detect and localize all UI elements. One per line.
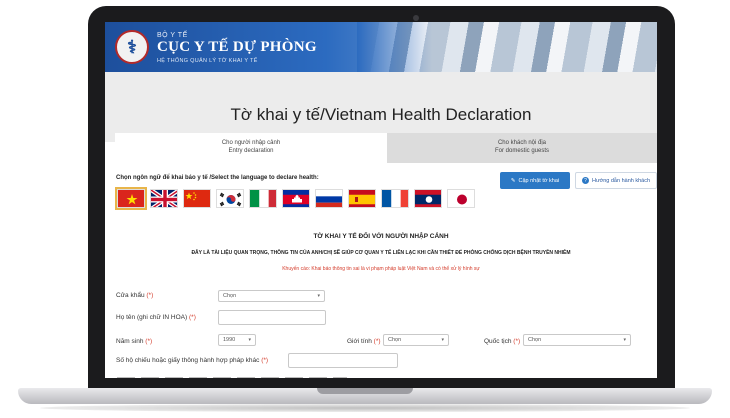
required-mark: (*): [145, 338, 153, 345]
passenger-guide-button[interactable]: ? Hướng dẫn hành khách: [575, 172, 657, 189]
chevron-down-icon: ▾: [441, 337, 444, 343]
edit-icon: ✎: [510, 177, 516, 184]
ministry-name: BỘ Y TẾ: [157, 32, 188, 39]
chevron-down-icon: ▾: [317, 293, 320, 299]
uk-flag-icon[interactable]: [150, 189, 178, 208]
required-mark: (*): [513, 338, 521, 345]
birth-year-select[interactable]: 1990 ▾: [218, 334, 256, 346]
agency-name: CỤC Y TẾ DỰ PHÒNG: [157, 39, 317, 55]
system-name: HỆ THỐNG QUẢN LÝ TỜ KHAI Y TẾ: [157, 58, 258, 64]
france-flag-icon[interactable]: [381, 189, 409, 208]
passport-label: Số hộ chiếu hoặc giấy thông hành hợp phá…: [116, 357, 268, 364]
nationality-value: Chọn: [528, 337, 542, 343]
gender-select[interactable]: Chọn ▾: [383, 334, 449, 346]
korea-flag-icon[interactable]: [216, 189, 244, 208]
laptop-notch: [317, 388, 413, 394]
tab-sublabel: Entry declaration: [228, 148, 274, 154]
chevron-down-icon: ▾: [623, 337, 626, 343]
name-label-text: Họ tên (ghi chữ IN HOA): [116, 314, 188, 321]
gender-label: Giới tính (*): [347, 338, 381, 345]
guide-button-label: Hướng dẫn hành khách: [591, 177, 651, 184]
form-warning: Khuyến cáo: Khai báo thông tin sai là vi…: [282, 266, 480, 272]
border-gate-label-text: Cửa khẩu: [116, 292, 145, 299]
camera-icon: [413, 15, 419, 21]
update-declaration-button[interactable]: ✎ Cập nhật tờ khai: [500, 172, 570, 189]
update-button-label: Cập nhật tờ khai: [518, 177, 560, 184]
nationality-label-text: Quốc tịch: [484, 338, 512, 345]
required-mark: (*): [146, 292, 154, 299]
spain-flag-icon[interactable]: [348, 189, 376, 208]
laptop-screen: ⚕ BỘ Y TẾ CỤC Y TẾ DỰ PHÒNG HỆ THỐNG QUẢ…: [105, 22, 657, 378]
china-flag-icon[interactable]: [183, 189, 211, 208]
nationality-label: Quốc tịch (*): [484, 338, 520, 345]
tab-sublabel: For domestic guests: [494, 148, 550, 154]
required-mark: (*): [373, 338, 381, 345]
chevron-down-icon: ▾: [248, 337, 251, 343]
next-form-row: [117, 377, 347, 378]
full-name-input[interactable]: [218, 310, 326, 325]
language-flags: [115, 187, 475, 210]
border-gate-select[interactable]: Chọn ▾: [218, 290, 325, 302]
laos-flag-icon[interactable]: [414, 189, 442, 208]
header-banner: ⚕ BỘ Y TẾ CỤC Y TẾ DỰ PHÒNG HỆ THỐNG QUẢ…: [105, 22, 657, 72]
passport-number-input[interactable]: [288, 353, 398, 368]
laptop-shadow: [40, 404, 690, 412]
passport-label-text: Số hộ chiếu hoặc giấy thông hành hợp phá…: [116, 357, 260, 364]
birth-year-label-text: Năm sinh: [116, 338, 144, 345]
gender-label-text: Giới tính: [347, 338, 372, 345]
border-gate-value: Chọn: [223, 293, 237, 299]
form-title: TỜ KHAI Y TẾ ĐỐI VỚI NGƯỜI NHẬP CẢNH: [313, 233, 449, 240]
vietnam-flag-icon[interactable]: [115, 187, 147, 210]
tab-domestic-guests[interactable]: Cho khách nội địa For domestic guests: [387, 133, 657, 163]
laptop-base: [18, 388, 712, 404]
required-mark: (*): [189, 314, 196, 321]
nationality-select[interactable]: Chọn ▾: [523, 334, 631, 346]
gender-value: Chọn: [388, 337, 402, 343]
border-gate-label: Cửa khẩu (*): [116, 292, 153, 299]
birth-year-label: Năm sinh (*): [116, 338, 152, 345]
tab-label: Cho khách nội địa: [497, 140, 547, 146]
question-icon: ?: [581, 177, 589, 184]
required-mark: (*): [261, 357, 269, 364]
cambodia-flag-icon[interactable]: [282, 189, 310, 208]
name-label: Họ tên (ghi chữ IN HOA) (*): [116, 314, 196, 321]
language-label: Chọn ngôn ngữ để khai báo y tế /Select t…: [116, 175, 319, 181]
japan-flag-icon[interactable]: [447, 189, 475, 208]
form-description: ĐÂY LÀ TÀI LIỆU QUAN TRỌNG, THÔNG TIN CỦ…: [191, 250, 571, 256]
russia-flag-icon[interactable]: [315, 189, 343, 208]
page-title: Tờ khai y tế/Vietnam Health Declaration: [230, 105, 532, 124]
birth-year-value: 1990: [223, 337, 236, 343]
ministry-logo-icon[interactable]: ⚕: [115, 30, 149, 64]
italy-flag-icon[interactable]: [249, 189, 277, 208]
tab-label: Cho người nhập cảnh: [221, 140, 281, 146]
banner-photo: [357, 22, 657, 72]
tab-entry-declaration[interactable]: Cho người nhập cảnh Entry declaration: [115, 133, 387, 163]
